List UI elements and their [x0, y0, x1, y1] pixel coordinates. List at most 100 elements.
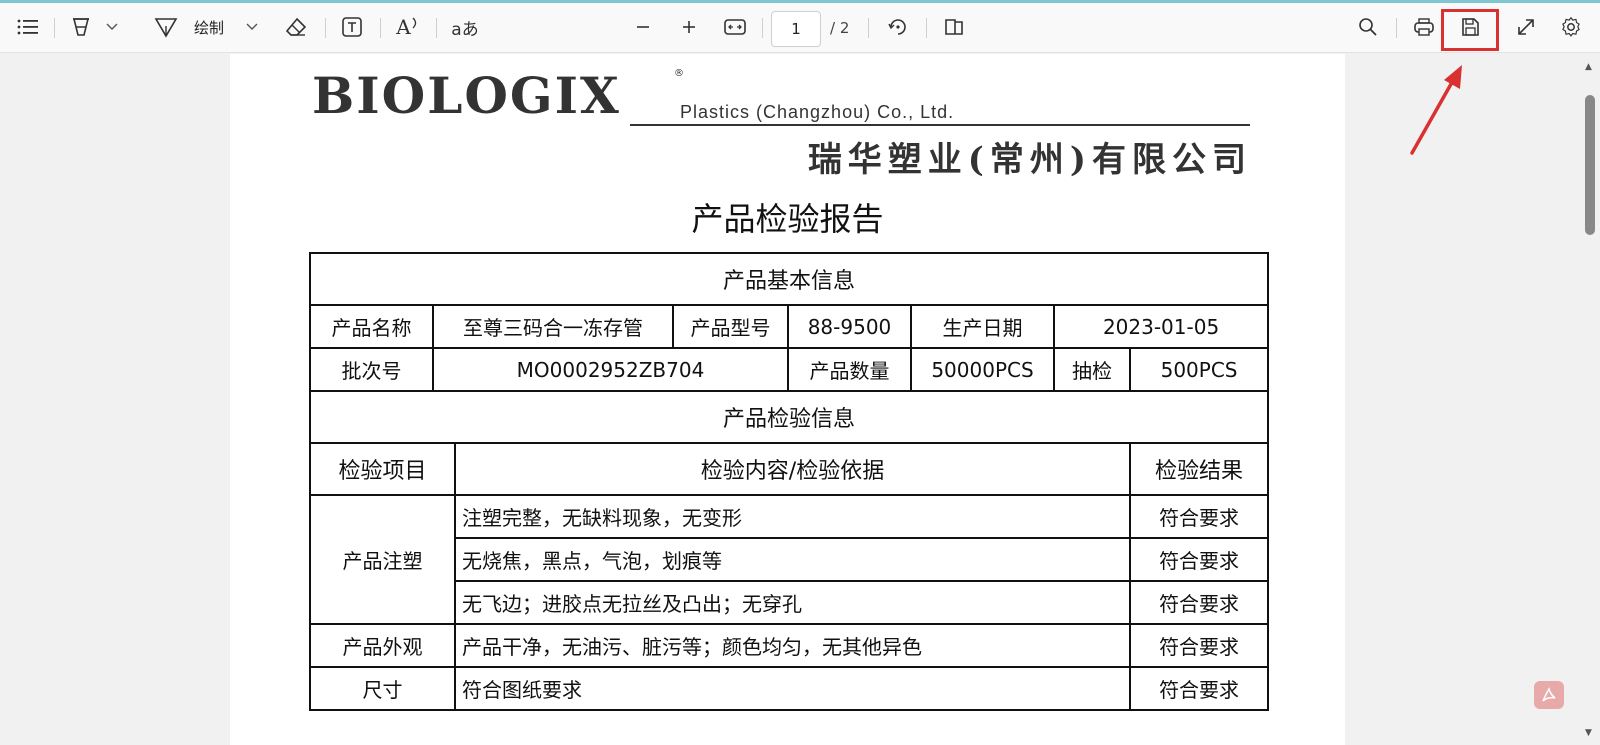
pdf-logo-icon	[1542, 686, 1556, 702]
table-cell: 抽检	[1053, 347, 1131, 392]
column-header: 检验内容/检验依据	[454, 442, 1131, 496]
fit-width-button[interactable]	[718, 11, 752, 43]
highlight-icon	[72, 18, 90, 36]
page-number-input[interactable]	[771, 11, 821, 47]
table-cell: 至尊三码合一冻存管	[432, 304, 674, 349]
inspection-content: 注塑完整，无缺料现象，无变形	[454, 494, 1131, 539]
page-view-icon	[945, 19, 963, 35]
annotation-arrow	[1410, 65, 1462, 155]
inspection-content: 无烧焦，黑点，气泡，划痕等	[454, 537, 1131, 582]
translate-icon: aあ	[451, 19, 479, 40]
eraser-button[interactable]	[280, 11, 312, 43]
search-button[interactable]	[1352, 11, 1384, 43]
logo-subtitle: Plastics (Changzhou) Co., Ltd.	[680, 102, 955, 122]
fit-width-icon	[724, 19, 746, 35]
contents-button[interactable]	[12, 11, 44, 43]
highlight-button[interactable]	[66, 11, 96, 43]
sound-wave-icon	[412, 17, 416, 29]
zoom-in-icon	[683, 21, 695, 33]
table-cell: 批次号	[309, 347, 434, 392]
table-cell: 88-9500	[787, 304, 912, 349]
scroll-up-icon[interactable]: ▲	[1585, 62, 1592, 72]
draw-button[interactable]	[150, 11, 182, 43]
inspection-content: 产品干净，无油污、脏污等；颜色均匀，无其他异色	[454, 623, 1131, 668]
draw-dropdown[interactable]	[240, 11, 264, 43]
settings-icon	[1562, 16, 1580, 37]
table-cell: 2023-01-05	[1052, 304, 1270, 349]
fullscreen-button[interactable]	[1510, 11, 1542, 43]
logo-chinese-name: 瑞华塑业(常州)有限公司	[807, 140, 1252, 180]
basic-info-header: 产品基本信息	[308, 252, 1270, 306]
rotate-icon	[888, 19, 906, 35]
settings-button[interactable]	[1555, 11, 1587, 43]
logo-registered-mark: ®	[674, 68, 684, 79]
table-cell: MO0002952ZB704	[432, 347, 789, 392]
draw-icon	[154, 18, 178, 38]
chevron-down-icon	[106, 23, 118, 30]
table-row: 产品外观 产品干净，无油污、脏污等；颜色均匀，无其他异色 符合要求	[309, 623, 1270, 668]
fullscreen-icon	[1518, 19, 1534, 35]
logo-brand: BIOLOGIX	[312, 66, 621, 125]
report-title: 产品检验报告	[691, 200, 884, 238]
eraser-icon	[285, 17, 307, 36]
logo-rule	[630, 124, 1250, 126]
toolbar-separator	[762, 18, 763, 38]
pdf-page: BIOLOGIX ® Plastics (Changzhou) Co., Ltd…	[230, 54, 1345, 745]
inspection-content: 无飞边；进胶点无拉丝及凸出；无穿孔	[454, 580, 1131, 625]
read-aloud-button[interactable]: A	[392, 11, 424, 43]
table-cell: 生产日期	[910, 304, 1055, 349]
table-cell: 产品型号	[672, 304, 789, 349]
inspection-content: 符合图纸要求	[454, 666, 1131, 711]
table-row: 尺寸 符合图纸要求 符合要求	[309, 666, 1270, 711]
scroll-down-icon[interactable]: ▼	[1585, 728, 1592, 738]
inspection-result: 符合要求	[1128, 580, 1270, 625]
toolbar-separator	[868, 18, 869, 38]
table-cell: 产品数量	[787, 347, 912, 392]
inspection-item: 尺寸	[309, 666, 456, 711]
table-row: 产品检验信息	[308, 390, 1270, 444]
inspection-result: 符合要求	[1128, 623, 1270, 668]
table-row: 产品注塑 注塑完整，无缺料现象，无变形 符合要求	[309, 494, 1270, 625]
rotate-button[interactable]	[882, 11, 914, 43]
table-cell: 产品名称	[309, 304, 434, 349]
scrollbar-thumb[interactable]	[1585, 95, 1595, 235]
read-aloud-icon: A	[396, 15, 411, 39]
table-cell: 50000PCS	[910, 347, 1055, 392]
toolbar-separator	[380, 18, 381, 38]
print-button[interactable]	[1408, 11, 1440, 43]
inspection-result: 符合要求	[1128, 494, 1270, 539]
table-row: 批次号 MO0002952ZB704 产品数量 50000PCS 抽检 500P…	[309, 347, 1270, 392]
page-view-button[interactable]	[938, 11, 970, 43]
inspection-info-header: 产品检验信息	[308, 390, 1270, 444]
toolbar-separator	[325, 18, 326, 38]
textbox-button[interactable]	[336, 11, 368, 43]
inspection-item: 产品注塑	[309, 494, 456, 625]
save-button-highlight	[1441, 9, 1499, 51]
contents-icon	[17, 19, 38, 35]
column-header: 检验结果	[1128, 442, 1270, 496]
zoom-out-button[interactable]	[628, 11, 658, 43]
toolbar-separator	[1396, 18, 1397, 38]
zoom-in-button[interactable]	[674, 11, 704, 43]
pdf-toolbar: 绘制 A aあ / 2	[0, 3, 1600, 53]
inspection-report-table: 产品基本信息 产品名称 至尊三码合一冻存管 产品型号 88-9500 生产日期 …	[308, 252, 1270, 711]
inspection-result: 符合要求	[1128, 537, 1270, 582]
inspection-item: 产品外观	[309, 623, 456, 668]
acrobat-icon[interactable]	[1534, 681, 1564, 709]
inspection-result: 符合要求	[1128, 666, 1270, 711]
table-cell: 500PCS	[1128, 347, 1270, 392]
highlight-dropdown[interactable]	[100, 11, 124, 43]
column-header: 检验项目	[309, 442, 456, 496]
chevron-down-icon	[246, 23, 258, 30]
table-row: 产品基本信息	[308, 252, 1270, 306]
page-total: / 2	[830, 19, 850, 37]
toolbar-separator	[436, 18, 437, 38]
translate-button[interactable]: aあ	[448, 11, 482, 43]
textbox-icon	[342, 17, 362, 37]
table-header-row: 检验项目 检验内容/检验依据 检验结果	[309, 442, 1270, 496]
table-row: 产品名称 至尊三码合一冻存管 产品型号 88-9500 生产日期 2023-01…	[309, 304, 1270, 349]
toolbar-separator	[54, 18, 55, 38]
draw-label[interactable]: 绘制	[186, 11, 232, 43]
toolbar-separator	[926, 18, 927, 38]
print-icon	[1414, 18, 1434, 36]
